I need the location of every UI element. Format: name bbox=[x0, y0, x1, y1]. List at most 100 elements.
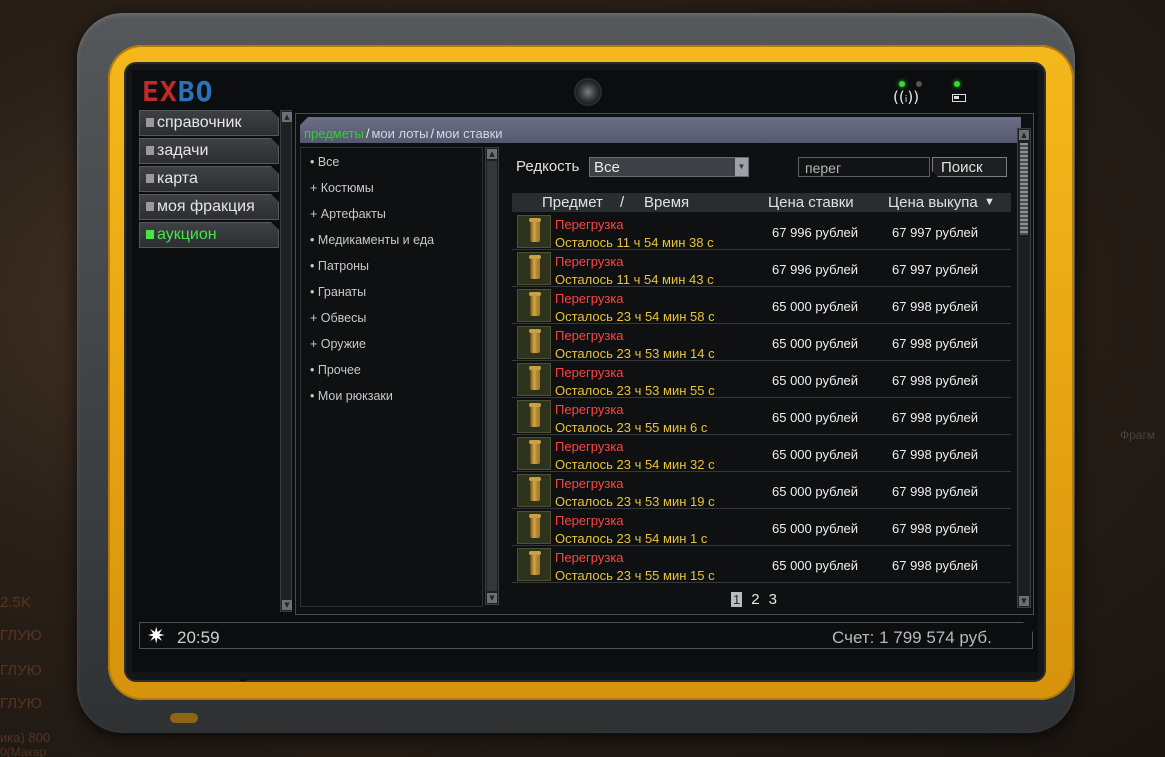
overload-can-icon bbox=[529, 551, 541, 575]
item-time-left: Осталось 23 ч 55 мин 15 с bbox=[555, 568, 715, 583]
nav-item-map[interactable]: карта bbox=[139, 166, 279, 192]
scroll-down-icon[interactable]: ▼ bbox=[1019, 596, 1029, 606]
item-buyout-price: 67 998 рублей bbox=[892, 558, 979, 573]
item-icon bbox=[517, 252, 551, 285]
table-row[interactable]: Перегрузка Осталось 23 ч 53 мин 55 с 65 … bbox=[512, 361, 1011, 398]
item-buyout-price: 67 998 рублей bbox=[892, 336, 979, 351]
category-attachments[interactable]: + Обвесы bbox=[301, 304, 482, 330]
rarity-select[interactable]: Все ▼ bbox=[589, 157, 749, 177]
rarity-select-value: Все bbox=[594, 159, 620, 176]
item-buyout-price: 67 998 рублей bbox=[892, 521, 979, 536]
table-row[interactable]: Перегрузка Осталось 23 ч 55 мин 6 с 65 0… bbox=[512, 398, 1011, 435]
nav-item-auction[interactable]: аукцион bbox=[139, 222, 279, 248]
header-bid[interactable]: Цена ставки bbox=[768, 194, 854, 211]
table-row[interactable]: Перегрузка Осталось 23 ч 54 мин 58 с 65 … bbox=[512, 287, 1011, 324]
nav-scrollbar[interactable]: ▲ ▼ bbox=[280, 110, 292, 612]
scroll-thumb[interactable] bbox=[487, 161, 497, 591]
item-buyout-price: 67 998 рублей bbox=[892, 410, 979, 425]
table-row[interactable]: Перегрузка Осталось 11 ч 54 мин 43 с 67 … bbox=[512, 250, 1011, 287]
overload-can-icon bbox=[529, 477, 541, 501]
category-all[interactable]: • Все bbox=[301, 148, 482, 174]
table-row[interactable]: Перегрузка Осталось 23 ч 53 мин 19 с 65 … bbox=[512, 472, 1011, 509]
item-bid-price: 65 000 рублей bbox=[772, 484, 859, 499]
nav-item-label: аукцион bbox=[157, 226, 217, 243]
category-weapons[interactable]: + Оружие bbox=[301, 330, 482, 356]
category-artifacts[interactable]: + Артефакты bbox=[301, 200, 482, 226]
background-text-left-1: 2.5K bbox=[0, 594, 31, 611]
scroll-up-icon[interactable]: ▲ bbox=[1019, 130, 1029, 140]
tab-items[interactable]: предметы bbox=[304, 126, 364, 141]
scroll-up-icon[interactable]: ▲ bbox=[487, 149, 497, 159]
category-medicine-food[interactable]: • Медикаменты и еда bbox=[301, 226, 482, 252]
scroll-up-icon[interactable]: ▲ bbox=[282, 112, 292, 122]
category-grenades[interactable]: • Гранаты bbox=[301, 278, 482, 304]
item-name: Перегрузка bbox=[555, 550, 624, 565]
item-bid-price: 67 996 рублей bbox=[772, 262, 859, 277]
item-time-left: Осталось 23 ч 54 мин 1 с bbox=[555, 531, 708, 546]
header-time[interactable]: Время bbox=[644, 194, 689, 211]
main-scrollbar[interactable]: ▲ ▼ bbox=[1017, 128, 1031, 608]
item-icon bbox=[517, 474, 551, 507]
item-name: Перегрузка bbox=[555, 365, 624, 380]
background-text-left-5: ика) 800 bbox=[0, 730, 51, 745]
bezel-indicator bbox=[239, 678, 247, 681]
camera-icon bbox=[574, 78, 602, 106]
table-row[interactable]: Перегрузка Осталось 23 ч 55 мин 15 с 65 … bbox=[512, 546, 1011, 583]
pagination: 123 bbox=[731, 591, 786, 608]
status-icons: ((ᵢ)) bbox=[893, 78, 973, 108]
scroll-down-icon[interactable]: ▼ bbox=[487, 593, 497, 603]
item-icon bbox=[517, 289, 551, 322]
lot-rows: Перегрузка Осталось 11 ч 54 мин 38 с 67 … bbox=[512, 213, 1011, 583]
tab-my-lots[interactable]: мои лоты bbox=[371, 126, 428, 141]
table-header: Предмет / Время Цена ставки Цена выкупа … bbox=[512, 193, 1011, 212]
item-icon bbox=[517, 548, 551, 581]
nav-bullet-icon bbox=[146, 146, 154, 155]
overload-can-icon bbox=[529, 366, 541, 390]
chevron-down-icon[interactable]: ▼ bbox=[735, 158, 748, 176]
search-button[interactable]: Поиск bbox=[932, 157, 1007, 177]
category-scrollbar[interactable]: ▲ ▼ bbox=[485, 147, 499, 605]
item-buyout-price: 67 998 рублей bbox=[892, 484, 979, 499]
scroll-down-icon[interactable]: ▼ bbox=[282, 600, 292, 610]
item-bid-price: 65 000 рублей bbox=[772, 558, 859, 573]
tab-bar: предметы / мои лоты / мои ставки bbox=[300, 117, 1021, 143]
sort-desc-icon[interactable]: ▼ bbox=[984, 196, 995, 208]
category-other[interactable]: • Прочее bbox=[301, 356, 482, 382]
item-time-left: Осталось 23 ч 53 мин 19 с bbox=[555, 494, 715, 509]
header-slash: / bbox=[620, 194, 625, 211]
table-row[interactable]: Перегрузка Осталось 23 ч 54 мин 1 с 65 0… bbox=[512, 509, 1011, 546]
nav-item-tasks[interactable]: задачи bbox=[139, 138, 279, 164]
table-row[interactable]: Перегрузка Осталось 23 ч 54 мин 32 с 65 … bbox=[512, 435, 1011, 472]
header-buyout[interactable]: Цена выкупа bbox=[888, 194, 978, 211]
table-row[interactable]: Перегрузка Осталось 11 ч 54 мин 38 с 67 … bbox=[512, 213, 1011, 250]
page-3[interactable]: 3 bbox=[769, 591, 777, 608]
category-suits[interactable]: + Костюмы bbox=[301, 174, 482, 200]
background-text-left-6: 0(Макар bbox=[0, 745, 47, 757]
background-text-left-3: ГЛУЮ bbox=[0, 662, 42, 679]
page-2[interactable]: 2 bbox=[751, 591, 759, 608]
nav-item-my-faction[interactable]: моя фракция bbox=[139, 194, 279, 220]
rarity-label: Редкость bbox=[516, 158, 580, 175]
table-row[interactable]: Перегрузка Осталось 23 ч 53 мин 14 с 65 … bbox=[512, 324, 1011, 361]
category-ammo[interactable]: • Патроны bbox=[301, 252, 482, 278]
nav-bullet-icon bbox=[146, 202, 154, 211]
category-my-backpacks[interactable]: • Мои рюкзаки bbox=[301, 382, 482, 408]
overload-can-icon bbox=[529, 403, 541, 427]
tab-my-bids[interactable]: мои ставки bbox=[436, 126, 502, 141]
item-buyout-price: 67 998 рублей bbox=[892, 299, 979, 314]
background-text-left-2: ГЛУЮ bbox=[0, 627, 42, 644]
item-name: Перегрузка bbox=[555, 476, 624, 491]
background-text-left-4: ГЛУЮ bbox=[0, 695, 42, 712]
star-icon[interactable]: ✷ bbox=[147, 624, 165, 649]
item-bid-price: 65 000 рублей bbox=[772, 410, 859, 425]
page-1[interactable]: 1 bbox=[731, 592, 743, 607]
item-name: Перегрузка bbox=[555, 439, 624, 454]
item-time-left: Осталось 11 ч 54 мин 43 с bbox=[555, 272, 714, 287]
item-name: Перегрузка bbox=[555, 328, 624, 343]
item-buyout-price: 67 997 рублей bbox=[892, 262, 979, 277]
search-input[interactable]: перег bbox=[798, 157, 930, 177]
scroll-thumb[interactable] bbox=[1020, 143, 1028, 235]
nav-bullet-icon bbox=[146, 230, 154, 239]
nav-item-reference[interactable]: справочник bbox=[139, 110, 279, 136]
header-item[interactable]: Предмет bbox=[542, 194, 603, 211]
